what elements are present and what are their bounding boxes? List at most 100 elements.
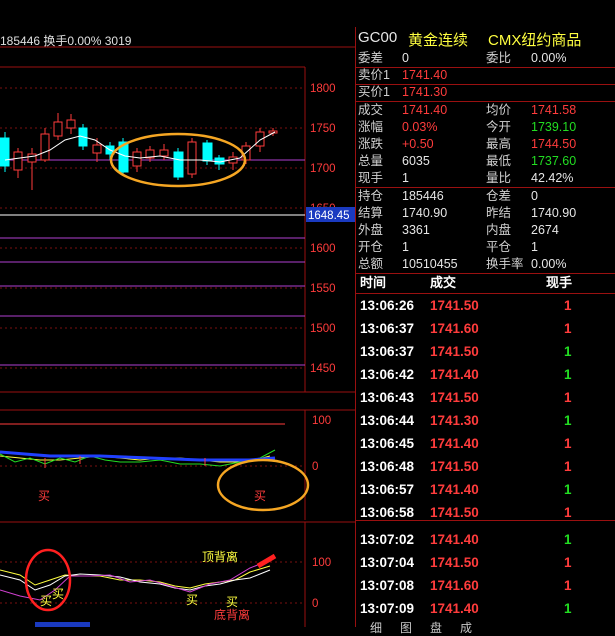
row-last: 成交 1741.40 均价 1741.58 [358,103,577,117]
ind1-signal-1: 买 [38,489,50,503]
trade-row: 13:06:43 1741.50 1 [356,386,615,409]
tab-book[interactable]: 盘 [430,619,442,636]
trade-hand: 1 [564,601,572,616]
trade-hand: 1 [564,555,572,570]
ind2-tick-100: 100 [312,557,331,569]
trade-time: 13:06:26 [360,298,415,313]
trade-row: 13:07:04 1741.50 1 [356,551,615,574]
trade-time: 13:07:08 [360,578,415,593]
ind2-buy-2: 买 [52,587,64,601]
ask1-value: 1741.40 [402,68,448,82]
trade-time: 13:06:48 [360,459,415,474]
y-tick-1800: 1800 [310,83,336,95]
trade-price: 1741.40 [430,601,479,616]
trade-hand: 1 [564,482,572,497]
trade-row: 13:06:44 1741.30 1 [356,409,615,432]
trade-price: 1741.40 [430,436,479,451]
trade-time: 13:06:57 [360,482,415,497]
trade-hand: 1 [564,367,572,382]
ind2-buy-3: 买 [186,593,198,607]
row-pct: 涨幅 0.03% 今开 1739.10 [358,120,577,134]
quote-panel: 委差 0 委比 0.00% 卖价1 1741.40 买价1 1741.30 成交… [355,27,615,635]
trade-price: 1741.30 [430,413,479,428]
ind2-buy-1: 买 [40,594,52,608]
trade-time: 13:07:09 [360,601,415,616]
trade-hand: 1 [564,344,572,359]
symbol-code: GC00 [358,29,398,46]
row-bid1: 买价1 1741.30 [358,85,448,99]
trade-time: 13:06:44 [360,413,415,428]
ind1-tick-100: 100 [312,415,331,427]
row-amount: 总额 10510455 换手率 0.00% [358,257,567,271]
row-kaicang: 开仓 1 平仓 1 [358,240,538,254]
y-tick-1500: 1500 [310,323,336,335]
trade-hand: 1 [564,321,572,336]
candlesticks [0,113,278,190]
trade-time: 13:06:42 [360,367,415,382]
tab-deal[interactable]: 成 [460,619,472,636]
y-tick-1700: 1700 [310,163,336,175]
top-divergence-label: 顶背离 [202,549,238,564]
ind2-tick-0: 0 [312,598,318,610]
trade-hand: 1 [564,436,572,451]
symbol-name: 黄金连续 [408,32,469,49]
current-price-tag: 1648.45 [308,210,350,222]
trade-row: 13:06:26 1741.50 1 [356,294,615,317]
row-chg: 涨跌 +0.50 最高 1744.50 [358,137,577,151]
trade-row: 13:07:02 1741.40 1 [356,528,615,551]
quote-header: GC00 黄金连续 CMX纽约商品 [355,27,615,51]
y-tick-1750: 1750 [310,123,336,135]
trade-hand: 1 [564,298,572,313]
bottom-tabs: 细 图 盘 成 [356,619,615,635]
trade-row: 13:06:48 1741.50 1 [356,455,615,478]
ind1-tick-0: 0 [312,461,318,473]
row-outer: 外盘 3361 内盘 2674 [358,223,559,237]
trade-row: 13:06:42 1741.40 1 [356,363,615,386]
trade-row: 13:06:45 1741.40 1 [356,432,615,455]
y-tick-1600: 1600 [310,243,336,255]
trade-hand: 1 [564,390,572,405]
trade-time: 13:06:45 [360,436,415,451]
top-info-bar: 185446 换手0.00% 3019 [0,34,132,48]
row-cur: 现手 1 量比 42.42% [358,171,574,185]
row-ask1: 卖价1 1741.40 [358,68,448,82]
trade-hand: 1 [564,413,572,428]
trade-time: 13:06:43 [360,390,415,405]
trade-price: 1741.40 [430,367,479,382]
y-tick-1450: 1450 [310,363,336,375]
tab-detail[interactable]: 细 [370,619,382,636]
row-oi: 持仓 185446 仓差 0 [358,189,538,203]
trade-price: 1741.50 [430,459,479,474]
trade-hand: 1 [564,459,572,474]
row-weicha: 委差 0 委比 0.00% [358,51,567,65]
kline-svg: 1800 1750 1700 1650 1600 1550 1500 1450 … [0,0,355,627]
trade-price: 1741.50 [430,555,479,570]
trade-row: 13:06:37 1741.50 1 [356,340,615,363]
trade-price: 1741.60 [430,321,479,336]
trade-price: 1741.40 [430,532,479,547]
tab-chart[interactable]: 图 [400,619,412,636]
row-settle: 结算 1740.90 昨结 1740.90 [358,206,577,220]
bottom-divergence-label: 底背离 [214,607,250,622]
trade-price: 1741.50 [430,298,479,313]
trade-hand: 1 [564,532,572,547]
trade-hand: 1 [564,578,572,593]
trade-time: 13:06:37 [360,344,415,359]
trade-row: 13:07:08 1741.60 1 [356,574,615,597]
trade-time: 13:06:37 [360,321,415,336]
row-vol: 总量 6035 最低 1737.60 [358,154,577,168]
bid1-value: 1741.30 [402,85,448,99]
trade-price: 1741.50 [430,344,479,359]
trades-header: 时间 成交 现手 [360,275,573,290]
weibi-value: 0.00% [531,51,567,65]
trade-price: 1741.40 [430,482,479,497]
trade-row: 13:06:57 1741.40 1 [356,478,615,501]
weicha-value: 0 [402,51,409,65]
trade-time: 13:07:02 [360,532,415,547]
chart-area[interactable]: 1800 1750 1700 1650 1600 1550 1500 1450 … [0,0,355,627]
ind2-buy-4: 买 [226,595,238,609]
trade-row: 13:06:37 1741.60 1 [356,317,615,340]
y-tick-1550: 1550 [310,283,336,295]
trade-time: 13:07:04 [360,555,415,570]
trade-price: 1741.60 [430,578,479,593]
